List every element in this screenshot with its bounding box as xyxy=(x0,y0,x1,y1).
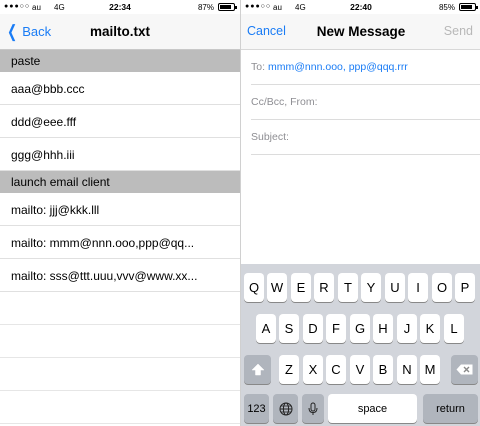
list-item[interactable]: aaa@bbb.ccc xyxy=(0,72,240,105)
section-header-launch: launch email client xyxy=(0,171,240,193)
empty-row xyxy=(0,391,240,424)
cc-bcc-from-field[interactable]: Cc/Bcc, From: xyxy=(251,85,480,120)
to-label: To: xyxy=(251,61,266,73)
status-bar: ●●●○○ au 4G 22:34 87% xyxy=(0,0,240,14)
page-title: mailto.txt xyxy=(89,24,150,39)
key-y[interactable]: Y xyxy=(361,273,381,302)
cc-bcc-label: Cc/Bcc, From: xyxy=(251,96,318,108)
key-t[interactable]: T xyxy=(338,273,358,302)
key-c[interactable]: C xyxy=(326,355,346,384)
list-item[interactable]: ggg@hhh.iii xyxy=(0,138,240,171)
key-z[interactable]: Z xyxy=(279,355,299,384)
battery-percent: 87% xyxy=(197,3,214,12)
battery-percent: 85% xyxy=(438,3,455,12)
mailto-list-screen: ●●●○○ au 4G 22:34 87% ❮ Back mailto.txt … xyxy=(0,0,240,426)
empty-row xyxy=(0,292,240,325)
key-r[interactable]: R xyxy=(314,273,334,302)
compose-mail-screen: ●●●○○ au 4G 22:40 85% Cancel New Message… xyxy=(240,0,480,426)
list-item[interactable]: mailto: sss@ttt.uuu,vvv@www.xx... xyxy=(0,259,240,292)
compose-nav-bar: Cancel New Message Send xyxy=(241,14,480,50)
list-item[interactable]: mailto: jjj@kkk.lll xyxy=(0,193,240,226)
backspace-icon xyxy=(456,364,473,375)
microphone-icon xyxy=(308,402,318,415)
key-h[interactable]: H xyxy=(373,314,393,343)
battery-fill xyxy=(461,5,473,9)
key-o[interactable]: O xyxy=(432,273,452,302)
send-button[interactable]: Send xyxy=(444,24,473,38)
nav-bar: ❮ Back mailto.txt xyxy=(0,14,240,50)
to-recipients[interactable]: mmm@nnn.ooo, ppp@qqq.rrr xyxy=(268,61,408,73)
key-w[interactable]: W xyxy=(267,273,287,302)
key-x[interactable]: X xyxy=(303,355,323,384)
battery-fill xyxy=(220,5,232,9)
key-q[interactable]: Q xyxy=(244,273,264,302)
key-k[interactable]: K xyxy=(420,314,440,343)
key-u[interactable]: U xyxy=(385,273,405,302)
backspace-key[interactable] xyxy=(451,355,478,384)
key-j[interactable]: J xyxy=(397,314,417,343)
key-i[interactable]: I xyxy=(408,273,428,302)
message-body[interactable] xyxy=(241,155,480,264)
key-b[interactable]: B xyxy=(373,355,393,384)
return-key[interactable]: return xyxy=(423,394,478,423)
key-d[interactable]: D xyxy=(303,314,323,343)
key-l[interactable]: L xyxy=(444,314,464,343)
dictation-key[interactable] xyxy=(302,394,324,423)
key-s[interactable]: S xyxy=(279,314,299,343)
key-f[interactable]: F xyxy=(326,314,346,343)
empty-row xyxy=(0,325,240,358)
list-item[interactable]: ddd@eee.fff xyxy=(0,105,240,138)
shift-icon xyxy=(251,363,264,376)
empty-row xyxy=(0,358,240,391)
status-bar: ●●●○○ au 4G 22:40 85% xyxy=(241,0,480,14)
key-g[interactable]: G xyxy=(350,314,370,343)
key-n[interactable]: N xyxy=(397,355,417,384)
keyboard: Q W E R T Y U I O P A S D F G H J K L Z … xyxy=(241,264,480,426)
section-header-paste: paste xyxy=(0,50,240,72)
key-p[interactable]: P xyxy=(455,273,475,302)
globe-key[interactable] xyxy=(273,394,298,423)
key-e[interactable]: E xyxy=(291,273,311,302)
subject-field[interactable]: Subject: xyxy=(251,120,480,155)
space-key[interactable]: space xyxy=(328,394,417,423)
subject-label: Subject: xyxy=(251,131,289,143)
key-v[interactable]: V xyxy=(350,355,370,384)
battery-icon xyxy=(459,3,478,11)
key-m[interactable]: M xyxy=(420,355,440,384)
battery-icon xyxy=(218,3,237,11)
numbers-key[interactable]: 123 xyxy=(244,394,269,423)
to-field[interactable]: To: mmm@nnn.ooo, ppp@qqq.rrr xyxy=(251,50,480,85)
screenshot-root: ●●●○○ au 4G 22:34 87% ❮ Back mailto.txt … xyxy=(0,0,480,426)
shift-key[interactable] xyxy=(244,355,271,384)
globe-icon xyxy=(279,402,292,415)
list-item[interactable]: mailto: mmm@nnn.ooo,ppp@qq... xyxy=(0,226,240,259)
key-a[interactable]: A xyxy=(256,314,276,343)
